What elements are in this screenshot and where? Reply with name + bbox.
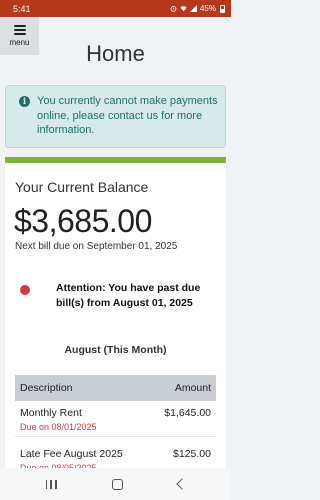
alarm-icon	[170, 5, 177, 12]
battery-percent: 45%	[199, 4, 216, 13]
info-alert: i You currently cannot make payments onl…	[5, 85, 226, 148]
column-amount: Amount	[174, 382, 211, 394]
row-amount: $1,645.00	[164, 407, 211, 419]
column-description: Description	[20, 382, 73, 394]
alert-message: You currently cannot make payments onlin…	[37, 95, 218, 136]
row-description: Late Fee August 2025	[20, 448, 123, 460]
past-due-indicator-icon	[20, 285, 30, 295]
back-icon[interactable]	[175, 478, 188, 490]
row-divider	[15, 436, 216, 437]
row-description: Monthly Rent	[20, 407, 82, 419]
info-icon: i	[19, 96, 30, 107]
wifi-icon	[180, 6, 187, 12]
table-header: Description Amount	[15, 375, 216, 401]
status-time: 5:41	[13, 3, 31, 14]
top-bar: menu Home	[0, 17, 231, 66]
status-bar: 5:41 45%	[0, 0, 231, 17]
table-row: Monthly Rent $1,645.00 Due on 08/01/2025	[15, 407, 216, 432]
home-icon[interactable]	[111, 478, 123, 490]
balance-amount: $3,685.00	[14, 203, 152, 239]
recent-apps-icon[interactable]	[45, 479, 57, 489]
battery-icon	[220, 4, 225, 13]
past-due-notice: Attention: You have past due bill(s) fro…	[56, 282, 201, 309]
page-title: Home	[86, 41, 145, 66]
signal-icon	[189, 5, 197, 12]
hamburger-icon	[13, 25, 26, 35]
status-icons: 45%	[170, 4, 225, 13]
row-amount: $125.00	[173, 448, 211, 460]
next-bill-date: Next bill due on September 01, 2025	[15, 241, 178, 252]
month-heading: August (This Month)	[64, 344, 167, 356]
balance-card: Your Current Balance $3,685.00 Next bill…	[5, 157, 226, 500]
system-nav-bar	[0, 468, 231, 500]
row-due-date: Due on 08/01/2025	[20, 422, 97, 432]
balance-title: Your Current Balance	[15, 179, 149, 195]
